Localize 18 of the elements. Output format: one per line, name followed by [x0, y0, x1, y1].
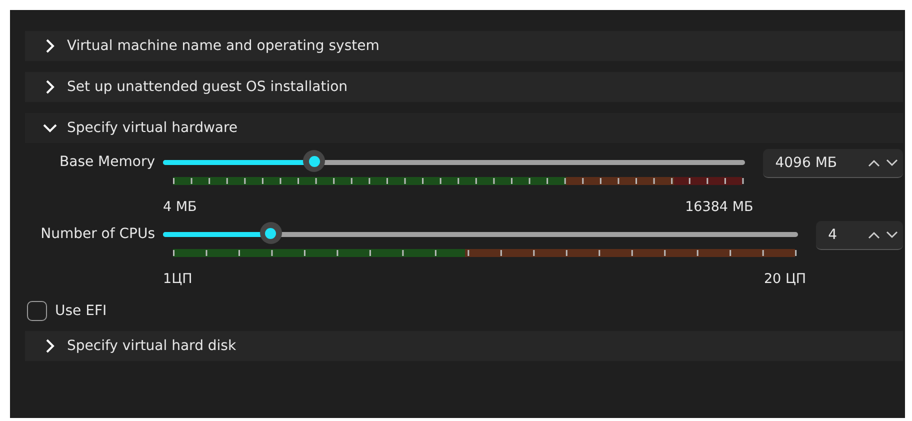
section-title: Set up unattended guest OS installation: [67, 79, 348, 95]
spin-box[interactable]: 4096 МБ: [763, 149, 903, 178]
spin-box[interactable]: 4: [816, 221, 903, 250]
slider-label: Base Memory: [58, 153, 156, 172]
section-header[interactable]: Virtual machine name and operating system: [25, 31, 903, 61]
section-title: Specify virtual hardware: [67, 120, 238, 136]
section-header[interactable]: Specify virtual hard disk: [25, 331, 903, 361]
section-title: Virtual machine name and operating system: [67, 38, 380, 54]
section-header[interactable]: Specify virtual hardware: [25, 113, 903, 143]
checkbox-label: Use EFI: [55, 303, 107, 319]
min-label: 4 МБ: [163, 199, 197, 215]
section-title: Specify virtual hard disk: [67, 338, 236, 354]
section-header[interactable]: Set up unattended guest OS installation: [25, 72, 903, 102]
slider-label: Number of CPUs: [40, 225, 156, 244]
max-label: 20 ЦП: [764, 271, 806, 287]
min-label: 1ЦП: [163, 271, 192, 287]
checkbox[interactable]: [27, 301, 47, 321]
max-label: 16384 МБ: [685, 199, 754, 215]
